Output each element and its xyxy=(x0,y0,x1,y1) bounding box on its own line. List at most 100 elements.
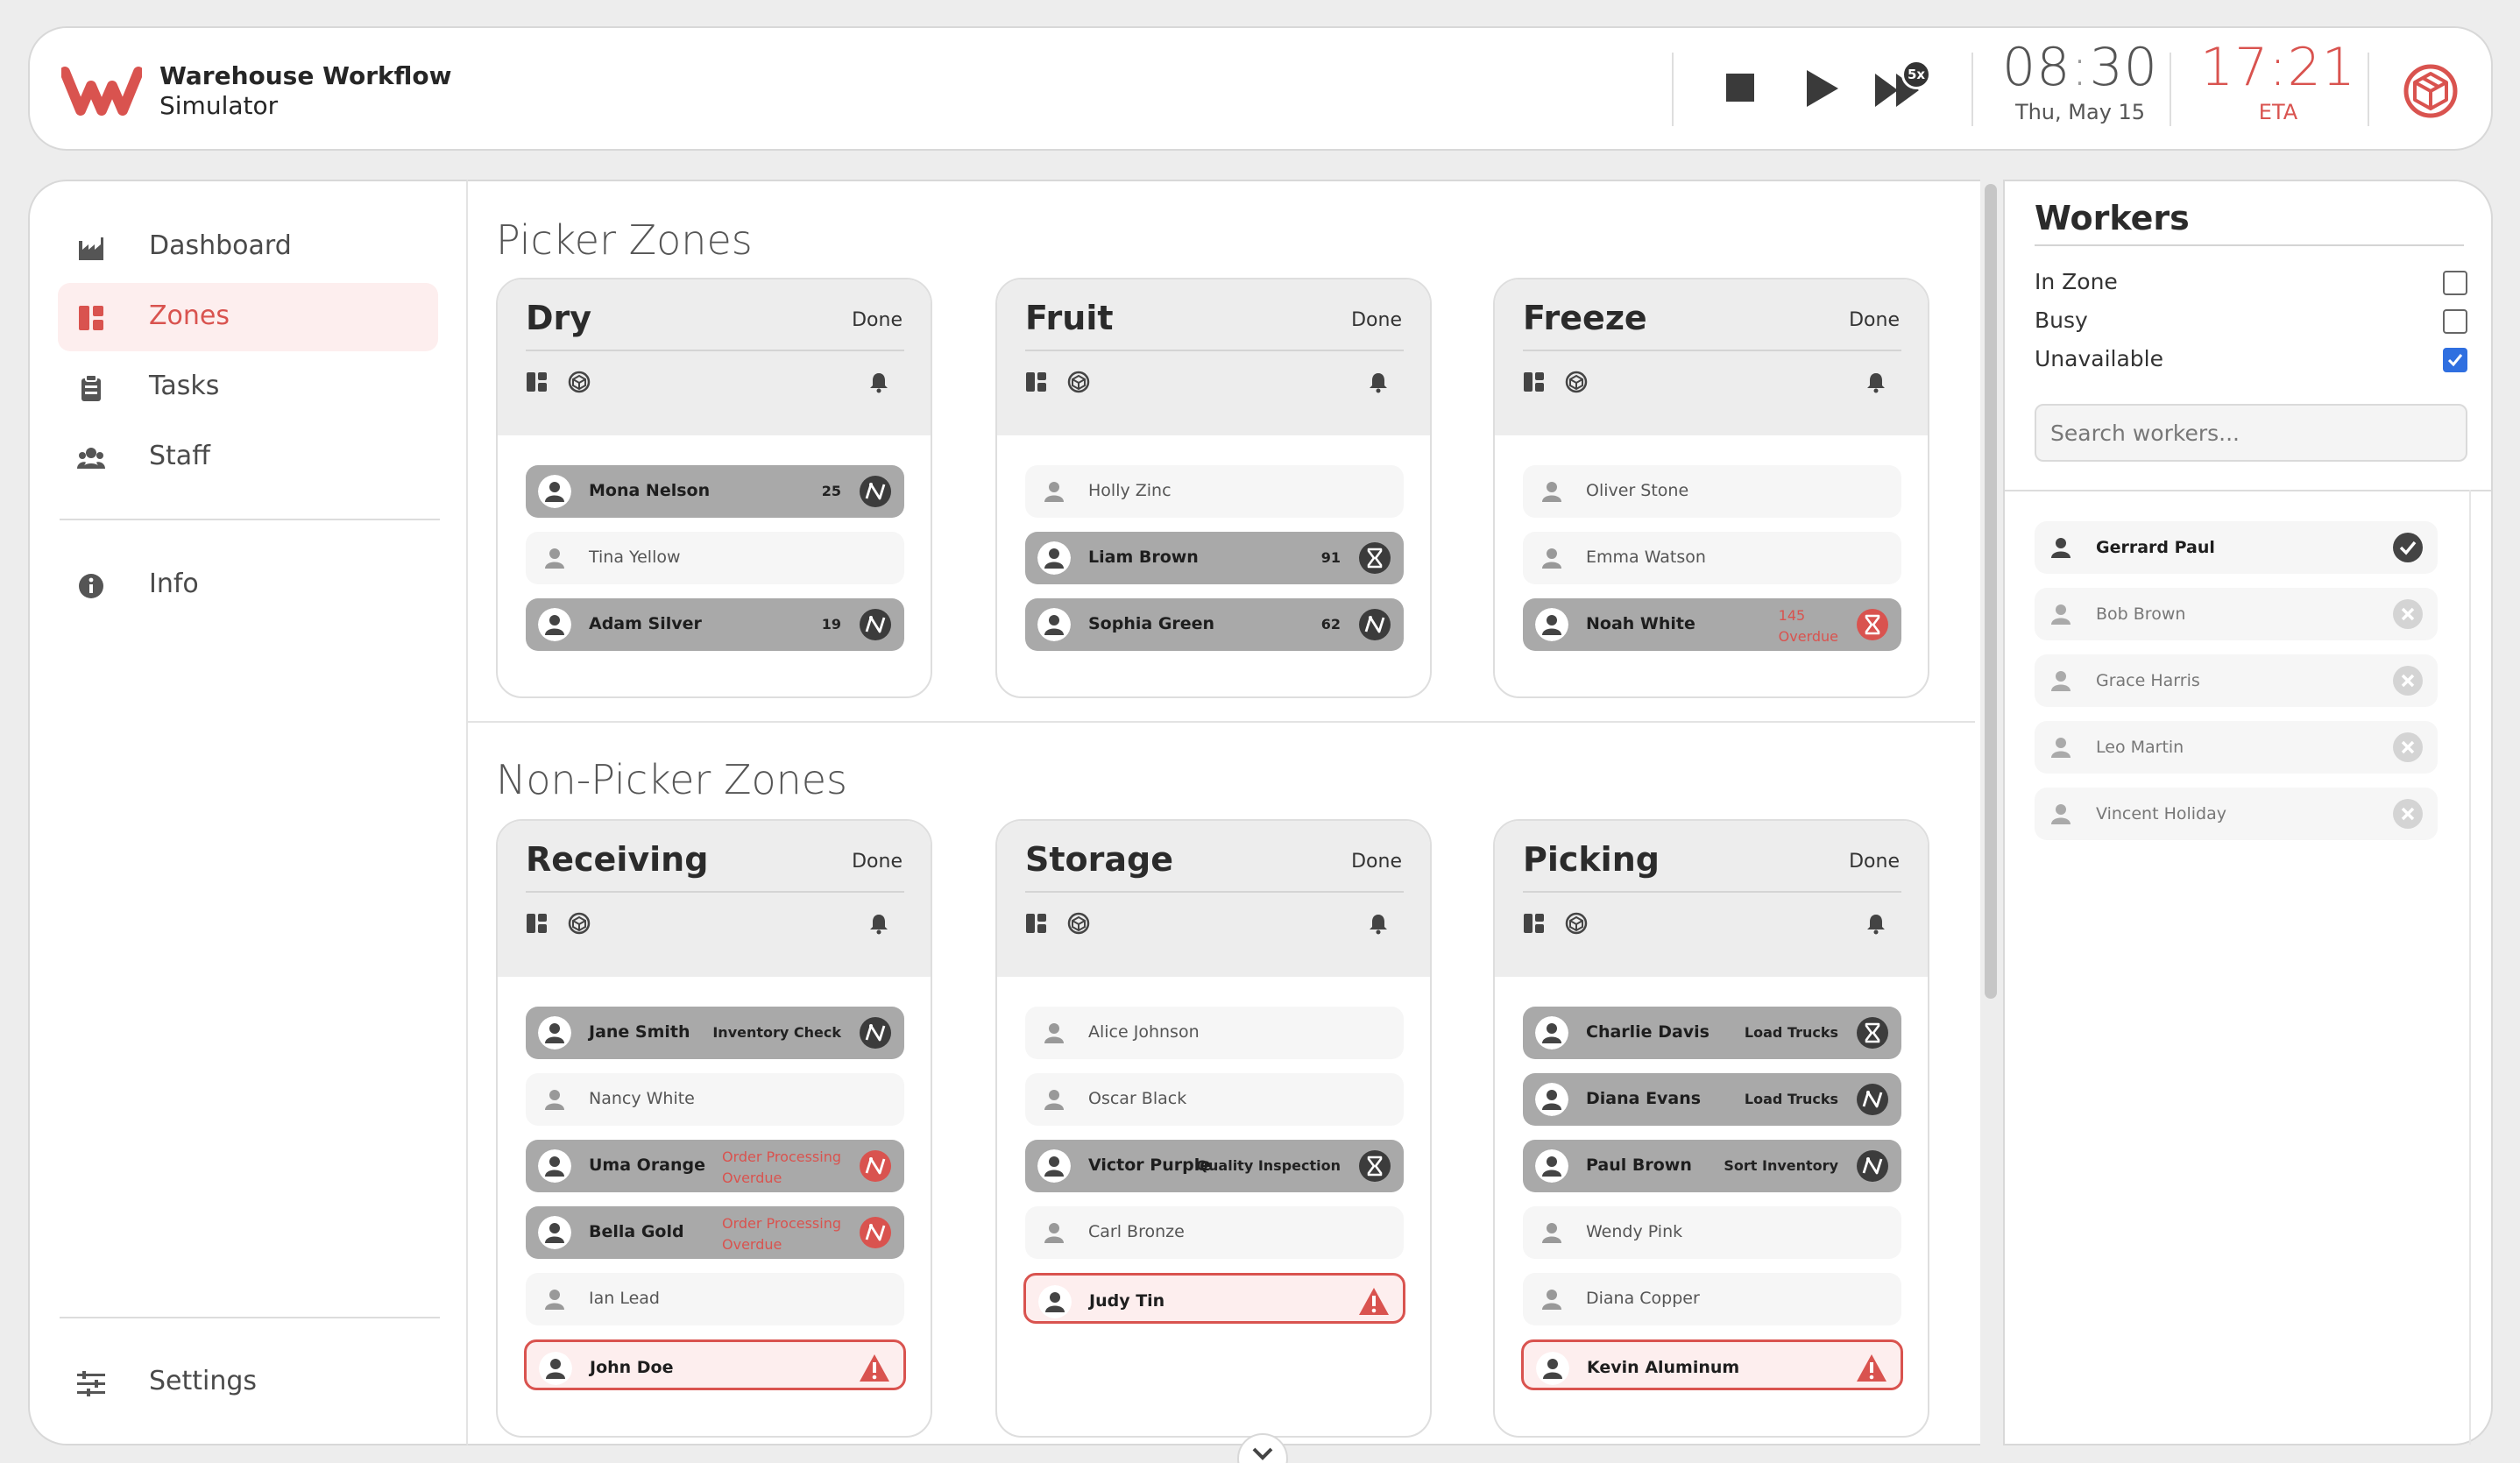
worker-list-item[interactable]: Grace Harris xyxy=(2035,654,2438,707)
worker-list-item[interactable]: Bob Brown xyxy=(2035,588,2438,640)
worker-task: Order Processing Overdue xyxy=(722,1213,841,1255)
zones-icon[interactable] xyxy=(526,371,549,393)
worker-task: Order Processing Overdue xyxy=(722,1147,841,1189)
bell-icon[interactable] xyxy=(1367,912,1390,935)
stop-icon[interactable] xyxy=(1724,72,1756,103)
package-icon[interactable] xyxy=(2403,63,2459,119)
worker-chip[interactable]: Diana Copper xyxy=(1523,1273,1901,1325)
zones-icon[interactable] xyxy=(526,912,549,935)
worker-chip[interactable]: Holly Zinc xyxy=(1025,465,1404,518)
worker-chip[interactable]: Victor Purple Quality Inspection xyxy=(1025,1140,1404,1192)
worker-task-label: 145 xyxy=(1778,607,1806,624)
zone-done-button[interactable]: Done xyxy=(1849,851,1900,873)
nav-item-settings[interactable]: Settings xyxy=(58,1348,438,1417)
zone-header-rule xyxy=(1025,891,1404,893)
close-circle-icon[interactable] xyxy=(2392,798,2424,830)
filter-in-zone-checkbox[interactable] xyxy=(2443,271,2467,295)
zones-icon[interactable] xyxy=(1523,912,1546,935)
worker-chip[interactable]: Kevin Aluminum xyxy=(1521,1339,1903,1390)
zones-icon[interactable] xyxy=(1025,912,1048,935)
close-circle-icon[interactable] xyxy=(2392,598,2424,630)
zone-done-button[interactable]: Done xyxy=(1849,309,1900,331)
person-icon xyxy=(538,1149,571,1183)
worker-search-input[interactable] xyxy=(2035,404,2467,462)
zone-header: Storage Done xyxy=(997,821,1430,977)
worker-chip[interactable]: Carl Bronze xyxy=(1025,1206,1404,1259)
filter-busy-checkbox[interactable] xyxy=(2443,309,2467,334)
package-icon[interactable] xyxy=(1565,371,1588,393)
worker-chip[interactable]: Wendy Pink xyxy=(1523,1206,1901,1259)
fast-forward-button[interactable]: 5x xyxy=(1873,60,1931,112)
package-icon[interactable] xyxy=(1067,371,1090,393)
worker-list-item[interactable]: Leo Martin xyxy=(2035,721,2438,774)
worker-name: Judy Tin xyxy=(1089,1291,1165,1311)
person-icon xyxy=(538,475,571,508)
zone-name: Dry xyxy=(526,299,592,337)
worker-chip[interactable]: Oliver Stone xyxy=(1523,465,1901,518)
bell-icon[interactable] xyxy=(867,371,890,393)
zones-icon[interactable] xyxy=(1025,371,1048,393)
worker-list-item[interactable]: Vincent Holiday xyxy=(2035,788,2438,840)
close-circle-icon[interactable] xyxy=(2392,732,2424,763)
worker-list-item[interactable]: Gerrard Paul xyxy=(2035,521,2438,574)
worker-chip[interactable]: Alice Johnson xyxy=(1025,1007,1404,1059)
bell-icon[interactable] xyxy=(867,912,890,935)
worker-chip[interactable]: Jane Smith Inventory Check xyxy=(526,1007,904,1059)
worker-chip[interactable]: Diana Evans Load Trucks xyxy=(1523,1073,1901,1126)
route-icon xyxy=(1359,609,1391,640)
package-icon[interactable] xyxy=(568,371,591,393)
non-picker-zones-title: Non-Picker Zones xyxy=(496,756,848,803)
nav-item-info[interactable]: Info xyxy=(58,551,438,619)
worker-chip[interactable]: Emma Watson xyxy=(1523,532,1901,584)
zone-done-button[interactable]: Done xyxy=(1351,851,1402,873)
filter-unavailable[interactable]: Unavailable xyxy=(2035,344,2467,376)
package-icon[interactable] xyxy=(1565,912,1588,935)
close-circle-icon[interactable] xyxy=(2392,665,2424,696)
worker-chip[interactable]: Noah White 145 Overdue xyxy=(1523,598,1901,651)
zone-done-button[interactable]: Done xyxy=(1351,309,1402,331)
play-icon[interactable] xyxy=(1803,68,1842,109)
filter-in-zone[interactable]: In Zone xyxy=(2035,267,2467,299)
zone-header: Fruit Done xyxy=(997,279,1430,435)
worker-chip[interactable]: Paul Brown Sort Inventory xyxy=(1523,1140,1901,1192)
info-icon xyxy=(79,574,103,598)
check-circle-icon[interactable] xyxy=(2392,532,2424,563)
package-icon[interactable] xyxy=(568,912,591,935)
overdue-label: Overdue xyxy=(1778,628,1838,645)
person-icon xyxy=(1542,1223,1561,1243)
filter-busy[interactable]: Busy xyxy=(2035,306,2467,337)
nav-divider xyxy=(60,519,440,520)
bell-icon[interactable] xyxy=(1865,371,1887,393)
person-icon xyxy=(1536,1352,1569,1385)
main-scrollbar[interactable] xyxy=(1985,184,1997,999)
worker-chip[interactable]: Liam Brown 91 xyxy=(1025,532,1404,584)
nav-item-zones[interactable]: Zones xyxy=(58,283,438,351)
zones-icon[interactable] xyxy=(1523,371,1546,393)
nav-item-tasks[interactable]: Tasks xyxy=(58,353,438,421)
person-icon xyxy=(1535,1149,1568,1183)
zone-name: Fruit xyxy=(1025,299,1114,337)
zone-done-button[interactable]: Done xyxy=(852,309,903,331)
worker-chip[interactable]: Judy Tin xyxy=(1023,1273,1405,1324)
nav-item-dashboard[interactable]: Dashboard xyxy=(58,213,438,281)
zone-done-button[interactable]: Done xyxy=(852,851,903,873)
worker-chip[interactable]: Uma Orange Order Processing Overdue xyxy=(526,1140,904,1192)
bell-icon[interactable] xyxy=(1865,912,1887,935)
worker-chip[interactable]: John Doe xyxy=(524,1339,906,1390)
nav-item-staff[interactable]: Staff xyxy=(58,423,438,491)
worker-chip[interactable]: Nancy White xyxy=(526,1073,904,1126)
package-icon[interactable] xyxy=(1067,912,1090,935)
worker-chip[interactable]: Oscar Black xyxy=(1025,1073,1404,1126)
worker-chip[interactable]: Charlie Davis Load Trucks xyxy=(1523,1007,1901,1059)
worker-chip[interactable]: Bella Gold Order Processing Overdue xyxy=(526,1206,904,1259)
worker-chip[interactable]: Sophia Green 62 xyxy=(1025,598,1404,651)
zones-content: Picker Zones Non-Picker Zones Dry Done Mon… xyxy=(468,180,1980,1445)
worker-chip[interactable]: Tina Yellow xyxy=(526,532,904,584)
clock-minutes: 30 xyxy=(2089,37,2158,98)
zone-header: Freeze Done xyxy=(1495,279,1928,435)
bell-icon[interactable] xyxy=(1367,371,1390,393)
worker-chip[interactable]: Mona Nelson 25 xyxy=(526,465,904,518)
worker-chip[interactable]: Ian Lead xyxy=(526,1273,904,1325)
worker-chip[interactable]: Adam Silver 19 xyxy=(526,598,904,651)
filter-unavailable-checkbox[interactable] xyxy=(2443,348,2467,372)
